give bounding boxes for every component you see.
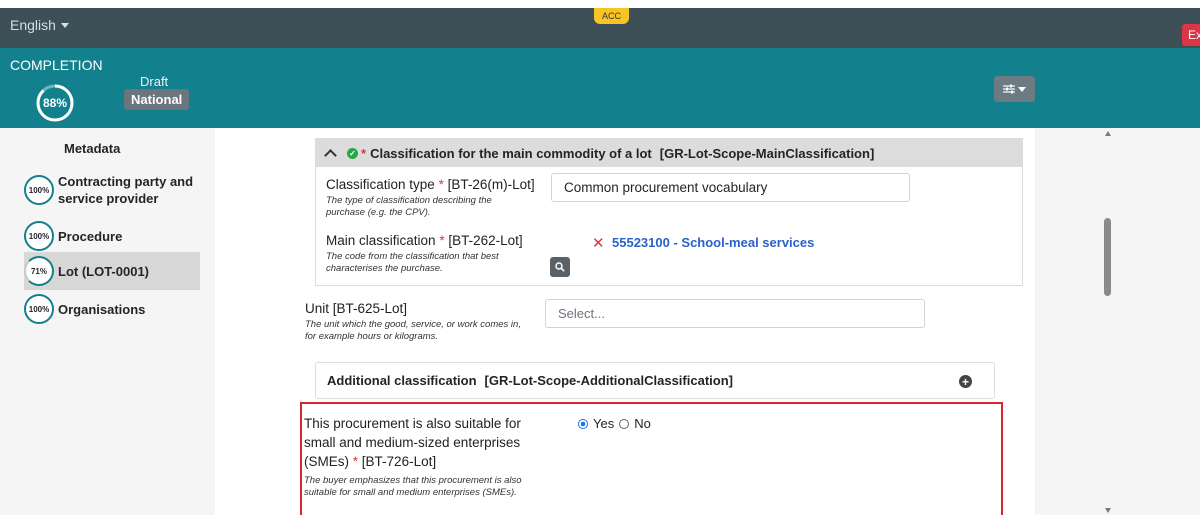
draft-status: Draft [140,74,169,89]
caret-down-icon [60,22,69,28]
field-label-text: Main classification [326,233,436,248]
vertical-scrollbar[interactable] [1100,128,1116,515]
group-title: Classification for the main commodity of… [370,145,652,161]
completion-bar: COMPLETION 88% Draft National [0,48,1200,128]
required-marker: * [352,454,359,469]
group-code: [GR-Lot-Scope-MainClassification] [659,145,875,161]
progress-ring-icon: 100% [24,294,54,324]
scroll-up-arrow-icon[interactable] [1105,131,1111,136]
required-marker: * [438,177,444,192]
classification-type-label: Classification type * [BT-26(m)-Lot] [326,177,535,192]
exit-button[interactable]: Exit [1182,24,1200,46]
filter-dropdown-button[interactable] [994,76,1035,102]
scroll-down-arrow-icon[interactable] [1105,508,1111,513]
progress-ring-icon: 100% [24,175,54,205]
additional-classification-group[interactable]: Additional classification [GR-Lot-Scope-… [315,362,995,399]
caret-down-icon [1018,86,1026,92]
unit-label: Unit [BT-625-Lot] [305,301,408,316]
main-classification-header[interactable]: ✓ * Classification for the main commodit… [316,139,1022,167]
main-classification-value-link[interactable]: 55523100 - School-meal services [612,235,814,250]
sidebar-item-contracting-party[interactable]: 100% Contracting party and service provi… [24,170,200,210]
sidebar-item-metadata[interactable]: Metadata [64,141,240,156]
sliders-icon [1003,84,1015,94]
sme-label: This procurement is also suitable for sm… [304,414,544,471]
environment-badge: ACC [594,8,630,24]
sidebar-item-label: Procedure [58,228,123,244]
sidebar-item-label: Metadata [64,141,121,156]
unit-hint: The unit which the good, service, or wor… [305,319,521,342]
main-classification-label: Main classification * [BT-262-Lot] [326,233,523,248]
radio-no-label[interactable]: No [634,416,651,431]
radio-yes[interactable] [578,418,588,429]
classification-type-field[interactable]: Common procurement vocabulary [551,173,910,202]
scroll-thumb[interactable] [1104,218,1111,296]
sme-hint: The buyer emphasizes that this procureme… [304,475,522,498]
check-circle-icon: ✓ [347,147,358,159]
main-classification-hint: The code from the classification that be… [326,251,499,274]
right-pane [1035,128,1200,515]
sme-radio-group: Yes No [578,416,651,431]
field-code: [BT-726-Lot] [361,454,437,469]
completion-percent: 88% [42,96,68,110]
completion-label: COMPLETION [10,57,103,73]
classification-type-hint: The type of classification describing th… [326,195,492,218]
chevron-up-icon[interactable] [324,149,337,162]
sidebar-item-label: Lot (LOT-0001) [58,263,150,279]
sidebar-item-procedure[interactable]: 100% Procedure [24,221,200,251]
required-marker: * [361,145,367,161]
required-marker: * [439,233,445,248]
field-label-text: Classification type [326,177,435,192]
remove-classification-icon[interactable]: ✕ [592,234,605,252]
unit-select[interactable]: Select... [545,299,925,328]
sidebar-item-lot[interactable]: 71% Lot (LOT-0001) [24,252,200,290]
radio-no[interactable] [619,418,630,429]
field-code: [BT-26(m)-Lot] [447,177,535,192]
scope-badge: National [124,89,190,110]
field-code: [BT-262-Lot] [448,233,523,248]
group-title: Additional classification [327,373,477,388]
progress-ring-icon: 100% [24,221,54,251]
search-icon [555,262,565,272]
language-selector[interactable]: English [10,17,69,33]
classification-search-button[interactable] [550,257,570,277]
add-circle-icon[interactable]: + [959,375,972,388]
sidebar-item-label: Organisations [58,301,146,317]
sidebar-item-organisations[interactable]: 100% Organisations [24,294,200,324]
language-label: English [10,17,56,33]
sidebar-item-label: Contracting party and service provider [58,174,194,206]
radio-yes-label[interactable]: Yes [593,416,614,431]
group-code: [GR-Lot-Scope-AdditionalClassification] [484,373,733,388]
progress-ring-icon: 71% [24,256,54,286]
